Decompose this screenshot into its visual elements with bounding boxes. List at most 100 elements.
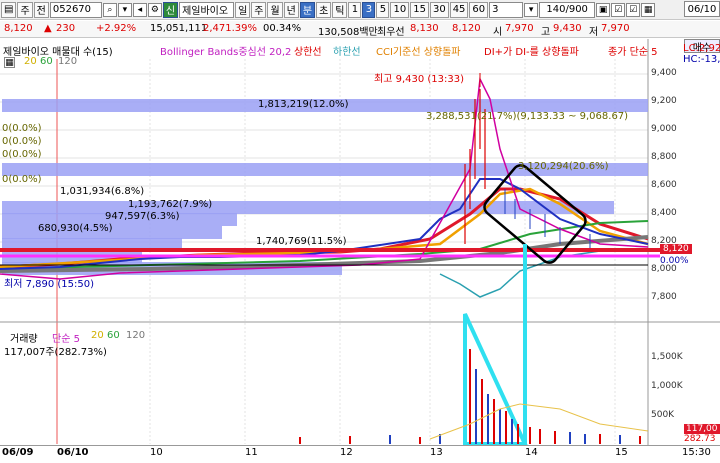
ma20-legend: 20 bbox=[24, 56, 37, 67]
checkbox-1[interactable]: ☑ bbox=[611, 2, 626, 17]
interval-10[interactable]: 10 bbox=[390, 1, 410, 18]
ma120-legend: 120 bbox=[58, 56, 78, 67]
vol-axis-500k: 500K bbox=[651, 410, 675, 420]
trade-amount: 130,508백만 bbox=[318, 27, 378, 38]
axis-8400: 8,400 bbox=[651, 208, 677, 218]
profile-label-5: 0(0.0%) bbox=[2, 174, 42, 185]
settings-icon[interactable]: ⚙ bbox=[147, 2, 162, 17]
period-day[interactable]: 일 bbox=[235, 1, 251, 18]
best-bid: 8,120 bbox=[452, 23, 481, 34]
market-select[interactable]: 주 bbox=[17, 1, 33, 18]
profile-label-2: 0(0.0%) bbox=[2, 136, 42, 147]
profile-bar bbox=[2, 201, 614, 214]
up-arrow-icon: ▲ bbox=[44, 23, 52, 34]
grid-icon[interactable]: ▦ bbox=[4, 57, 15, 68]
profile-label-1: 0(0.0%) bbox=[2, 123, 42, 134]
stock-name-field[interactable]: 제일바이오 bbox=[179, 1, 235, 18]
menu-button[interactable]: ▤ bbox=[1, 1, 17, 18]
volume-bars bbox=[299, 349, 641, 444]
interval-45[interactable]: 45 bbox=[449, 1, 469, 18]
arrow-icon[interactable]: ◂ bbox=[132, 2, 147, 17]
lc-label: LC:2,92 bbox=[683, 43, 720, 54]
axis-8600: 8,600 bbox=[651, 180, 677, 190]
interval-3[interactable]: 3 bbox=[362, 1, 376, 18]
vol-ma60-legend: 60 bbox=[107, 330, 120, 341]
date-label-5: 13 bbox=[430, 447, 443, 458]
low-price: 7,970 bbox=[601, 23, 630, 34]
period-second[interactable]: 초 bbox=[316, 1, 332, 18]
date-label-0: 06/09 bbox=[2, 447, 34, 458]
date-label-7: 15 bbox=[615, 447, 628, 458]
interval-dropdown-icon[interactable]: ▾ bbox=[524, 2, 539, 17]
turnover-ratio: 00.34% bbox=[263, 23, 302, 34]
close-legend: 종가 단순 5 bbox=[608, 47, 658, 58]
volume-percent: 2,471.39% bbox=[203, 23, 258, 34]
volume-current-tag: 117,00 bbox=[684, 424, 720, 434]
quote-bar: 8,120 ▲ 230 +2.92% 15,051,111 2,471.39% … bbox=[0, 21, 720, 38]
di-legend: DI+가 DI-를 상향돌파 bbox=[484, 47, 579, 58]
profile-label-0: 1,813,219(12.0%) bbox=[258, 99, 349, 110]
period-month[interactable]: 월 bbox=[267, 1, 283, 18]
search-icon[interactable]: ⌕ bbox=[102, 2, 117, 17]
lock-icon[interactable]: ▣ bbox=[596, 2, 611, 17]
zero-tag: 0.00% bbox=[660, 256, 689, 266]
axis-9000: 9,000 bbox=[651, 124, 677, 134]
interval-15[interactable]: 15 bbox=[410, 1, 429, 18]
volume-value: 15,051,111 bbox=[150, 23, 208, 34]
interval-input[interactable]: 3 bbox=[489, 1, 524, 18]
vol-axis-1000k: 1,000K bbox=[651, 381, 683, 391]
date-label-6: 14 bbox=[525, 447, 538, 458]
bb-legend: Bollinger Bands중심선 20,2 bbox=[160, 47, 292, 58]
date-field[interactable]: 06/10 bbox=[684, 1, 720, 17]
stock-code-input[interactable]: 052670 bbox=[49, 1, 102, 18]
vol-axis-1500k: 1,500K bbox=[651, 352, 683, 362]
best-label: 최우선 bbox=[377, 27, 405, 38]
expand-icon[interactable]: ▦ bbox=[641, 2, 656, 17]
period-minute[interactable]: 분 bbox=[299, 1, 316, 18]
axis-8800: 8,800 bbox=[651, 152, 677, 162]
lower-legend: 하한선 bbox=[333, 47, 361, 58]
volume-value: 117,007주(282.73%) bbox=[4, 347, 107, 358]
profile-label-8: 947,597(6.3%) bbox=[105, 211, 180, 222]
dropdown-icon[interactable]: ▾ bbox=[117, 2, 132, 17]
open-label: 시 bbox=[493, 27, 503, 38]
current-price-tag: 8,120 bbox=[660, 244, 692, 254]
change-value: 230 bbox=[56, 23, 76, 34]
chart-area bbox=[0, 39, 720, 463]
date-label-4: 12 bbox=[340, 447, 353, 458]
high-annotation: 최고 9,430 (13:33) bbox=[374, 74, 465, 85]
date-label-1: 06/10 bbox=[57, 447, 89, 458]
range-label: 3,288,531(21.7%)(9,133.33 ~ 9,068.67) bbox=[426, 111, 629, 122]
count-input[interactable]: 140/900 bbox=[539, 1, 596, 18]
ma60-legend: 60 bbox=[40, 56, 53, 67]
volume-pct-tag: 282.73 bbox=[684, 434, 716, 444]
toolbar: ▤ 주 전 052670 ⌕ ▾ ◂ ⚙ 신 제일바이오 일 주 월 년 분 초… bbox=[0, 0, 720, 20]
axis-7800: 7,800 bbox=[651, 292, 677, 302]
mode-select[interactable]: 전 bbox=[33, 1, 49, 18]
low-label: 저 bbox=[589, 27, 599, 38]
interval-1[interactable]: 1 bbox=[348, 1, 362, 18]
interval-60[interactable]: 60 bbox=[469, 1, 489, 18]
checkbox-2[interactable]: ☑ bbox=[626, 2, 641, 17]
vol-ma20-legend: 20 bbox=[91, 330, 104, 341]
low-annotation: 최저 7,890 (15:50) bbox=[4, 279, 95, 290]
interval-30[interactable]: 30 bbox=[429, 1, 449, 18]
axis-9400: 9,400 bbox=[651, 68, 677, 78]
change-percent: +2.92% bbox=[96, 23, 137, 34]
profile-label-10: 1,740,769(11.5%) bbox=[256, 236, 347, 247]
vol-ma120-legend: 120 bbox=[126, 330, 146, 341]
profile-label-6: 1,031,934(6.8%) bbox=[60, 186, 145, 197]
profile-label-9: 680,930(4.5%) bbox=[38, 223, 113, 234]
open-price: 7,970 bbox=[505, 23, 534, 34]
high-label: 고 bbox=[541, 27, 551, 38]
date-label-3: 11 bbox=[245, 447, 258, 458]
period-year[interactable]: 년 bbox=[283, 1, 299, 18]
high-price: 9,430 bbox=[553, 23, 582, 34]
best-ask: 8,130 bbox=[410, 23, 439, 34]
profile-label-7: 1,193,762(7.9%) bbox=[128, 199, 213, 210]
period-tick[interactable]: 틱 bbox=[332, 1, 348, 18]
axis-9200: 9,200 bbox=[651, 96, 677, 106]
period-week[interactable]: 주 bbox=[251, 1, 267, 18]
cci-legend: CCI기준선 상향돌파 bbox=[376, 47, 461, 58]
interval-5[interactable]: 5 bbox=[376, 1, 390, 18]
